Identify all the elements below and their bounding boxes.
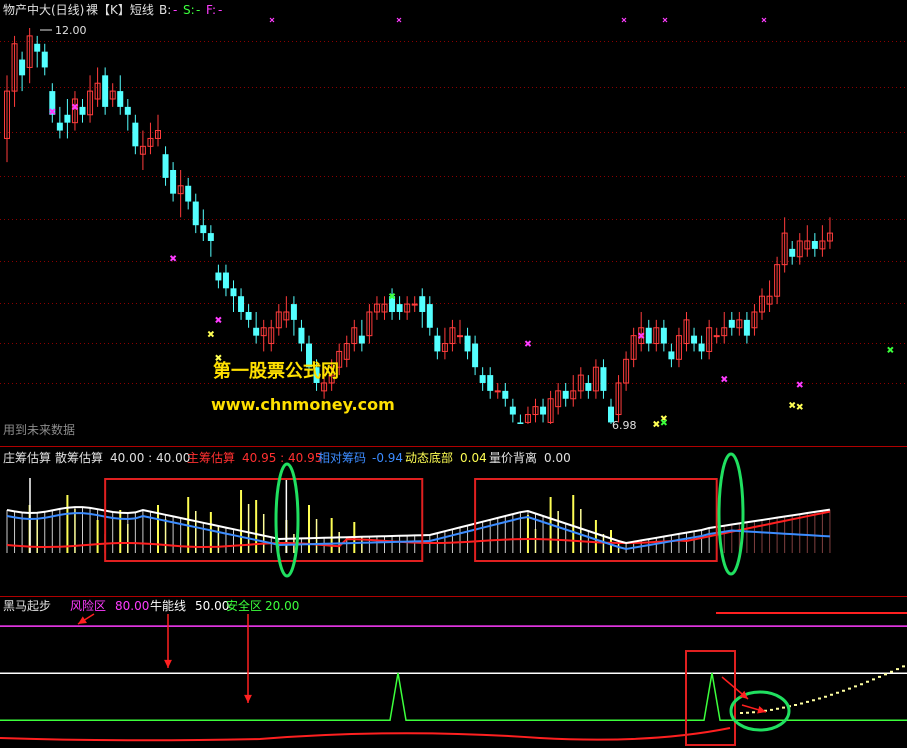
legend-safe-label: 安全区 (226, 598, 262, 613)
candle-body-down (185, 185, 192, 202)
candle-body-down (487, 375, 494, 391)
candle-body-down (79, 106, 86, 115)
candle-body-down (479, 375, 486, 383)
candle-body-down (728, 319, 735, 328)
legend-main-value: 40.95 : 40.95 (242, 451, 322, 465)
candle-body-down (192, 201, 199, 226)
candle-body-down (200, 225, 207, 234)
candle-body-down (230, 288, 237, 297)
panel2-legend: 散筹估算 40.00 : 40.00 主筹估算 40.95 : 40.95 相对… (55, 450, 571, 465)
candle-body-down (298, 327, 305, 344)
future-data-note: 用到未来数据 (3, 422, 75, 437)
chart-mode: 裸【K】短线 (86, 2, 154, 17)
candle-body-down (56, 122, 63, 131)
legend-bull-value: 50.00 (195, 599, 229, 613)
candle-body-down (238, 296, 245, 312)
s-value: - (196, 3, 200, 17)
candle-body-down (207, 233, 214, 241)
candle-body-down (517, 422, 524, 424)
legend-retail-value: 40.00 : 40.00 (110, 451, 190, 465)
f-value: - (218, 3, 222, 17)
candle-body-down (668, 351, 675, 360)
candle-body-down (215, 272, 222, 281)
candle-body-down (419, 296, 426, 312)
candle-body-down (290, 304, 297, 320)
candle-body-down (117, 91, 124, 107)
candle-body-down (698, 343, 705, 352)
candle-body-up (494, 390, 501, 393)
legend-retail-label: 散筹估算 (55, 450, 103, 465)
b-value: - (173, 3, 177, 17)
f-label: F: (206, 3, 216, 17)
candle-body-down (34, 43, 41, 52)
candle-body-down (789, 248, 796, 257)
candle-body-down (162, 154, 169, 178)
candle-body-down (811, 240, 818, 249)
candle-body-down (464, 335, 471, 352)
candle-body-down (253, 327, 260, 336)
candle-body-down (585, 382, 592, 391)
candle-body-down (64, 114, 71, 123)
candle-body-down (245, 311, 252, 320)
legend-risk-label: 风险区 (70, 598, 106, 613)
watermark-url: www.chnmoney.com (211, 395, 395, 414)
candle-body-down (645, 327, 652, 344)
candle-body-up (411, 303, 418, 306)
candle-body-down (562, 390, 569, 399)
candle-body-down (434, 335, 441, 352)
candle-body-down (19, 59, 26, 76)
legend-relative-value: -0.94 (372, 451, 403, 465)
high-price-label: 12.00 (55, 24, 87, 37)
candle-body-down (691, 335, 698, 344)
candle-body-down (502, 390, 509, 399)
legend-divergence-value: 0.00 (544, 451, 571, 465)
candle-body-down (509, 406, 516, 415)
candle-body-down (743, 319, 750, 336)
legend-risk-value: 80.00 (115, 599, 149, 613)
candle-body-up (457, 335, 463, 338)
candle-body-up (713, 335, 720, 338)
legend-bull-label: 牛能线 (150, 598, 186, 613)
candle-body-down (472, 343, 479, 368)
stock-chart[interactable]: 物产中大(日线) 裸【K】短线 B: - S: - F: - 12.00 6.9… (0, 0, 907, 748)
candle-body-down (540, 406, 547, 415)
candle-body-down (600, 367, 607, 391)
security-title: 物产中大(日线) (3, 2, 84, 17)
candle-body-down (132, 122, 139, 147)
s-label: S: (183, 3, 195, 17)
legend-bottom-value: 0.04 (460, 451, 487, 465)
low-price-label: 6.98 (612, 419, 637, 432)
legend-safe-value: 20.00 (265, 599, 299, 613)
candle-body-down (358, 335, 365, 344)
candle-body-down (102, 75, 109, 107)
candle-body-down (41, 51, 48, 68)
panel3-legend: 风险区 80.00 牛能线 50.00 安全区 20.00 (70, 598, 299, 613)
legend-bottom-label: 动态底部 (405, 450, 453, 465)
candle-body-down (396, 304, 403, 312)
panel2-title: 庄筹估算 (3, 450, 51, 465)
watermark-title: 第一股票公式网 (213, 360, 339, 382)
candle-body-down (660, 327, 667, 344)
legend-main-label: 主筹估算 (187, 450, 235, 465)
b-label: B: (159, 3, 171, 17)
candle-body-down (426, 304, 433, 328)
legend-relative-label: 相对筹码 (318, 451, 366, 465)
chart-background (0, 0, 907, 748)
candle-body-down (222, 272, 229, 289)
candle-body-down (124, 106, 131, 115)
panel3-title: 黑马起步 (3, 599, 51, 613)
legend-divergence-label: 量价背离 (489, 450, 537, 465)
candle-body-down (170, 169, 177, 194)
